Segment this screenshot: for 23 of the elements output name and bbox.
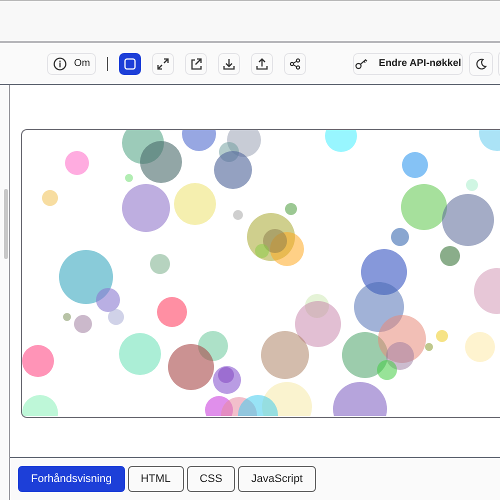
tab[interactable]: HTML [128, 466, 184, 492]
square-icon [124, 58, 136, 70]
share-button[interactable] [284, 52, 306, 74]
frame-toggle-button[interactable] [119, 52, 141, 74]
expand-icon [157, 58, 169, 70]
external-link-icon [190, 58, 202, 70]
info-icon [52, 56, 67, 70]
theme-button[interactable] [469, 52, 493, 76]
fullscreen-button[interactable] [152, 52, 174, 74]
upload-button[interactable] [251, 52, 273, 74]
download-button[interactable] [218, 52, 240, 74]
about-button[interactable]: Om [47, 52, 96, 74]
scrollbar-thumb[interactable] [4, 189, 8, 259]
key-icon [354, 58, 369, 70]
tab[interactable]: CSS [186, 466, 236, 492]
share-icon [289, 58, 301, 70]
tab[interactable]: JavaScript [238, 466, 316, 492]
tab[interactable]: Forhåndsvisning [18, 466, 125, 492]
open-external-button[interactable] [185, 52, 207, 74]
api-key-button[interactable]: Endre API-nøkkel [353, 52, 463, 74]
moon-icon [475, 58, 487, 70]
download-icon [223, 58, 235, 70]
upload-icon [256, 58, 268, 70]
